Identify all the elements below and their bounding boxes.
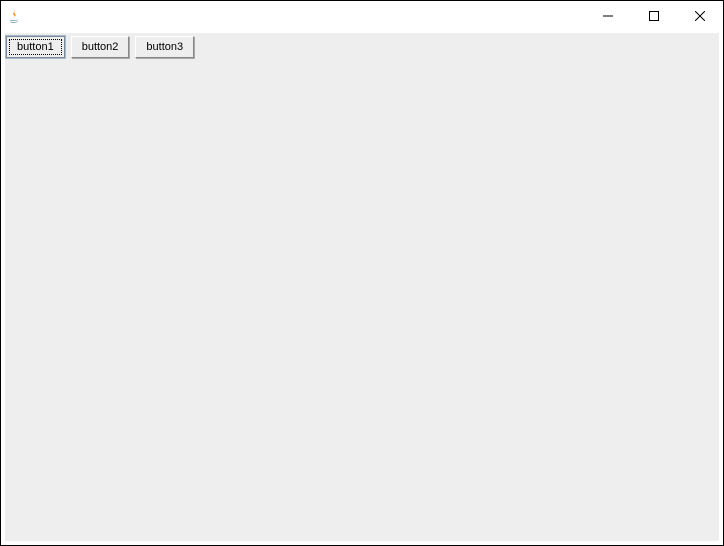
maximize-button[interactable] [631,1,677,31]
minimize-icon [603,11,613,21]
close-button[interactable] [677,1,723,31]
window-controls [585,1,723,31]
minimize-button[interactable] [585,1,631,31]
java-icon [7,8,23,24]
button-1[interactable]: button1 [6,36,65,58]
content-pane: button1 button2 button3 [5,33,719,541]
maximize-icon [649,11,659,21]
titlebar-left [7,8,29,24]
application-window: button1 button2 button3 [0,0,724,546]
button-3[interactable]: button3 [135,36,194,58]
close-icon [695,11,705,21]
button-2[interactable]: button2 [71,36,130,58]
titlebar [1,1,723,31]
